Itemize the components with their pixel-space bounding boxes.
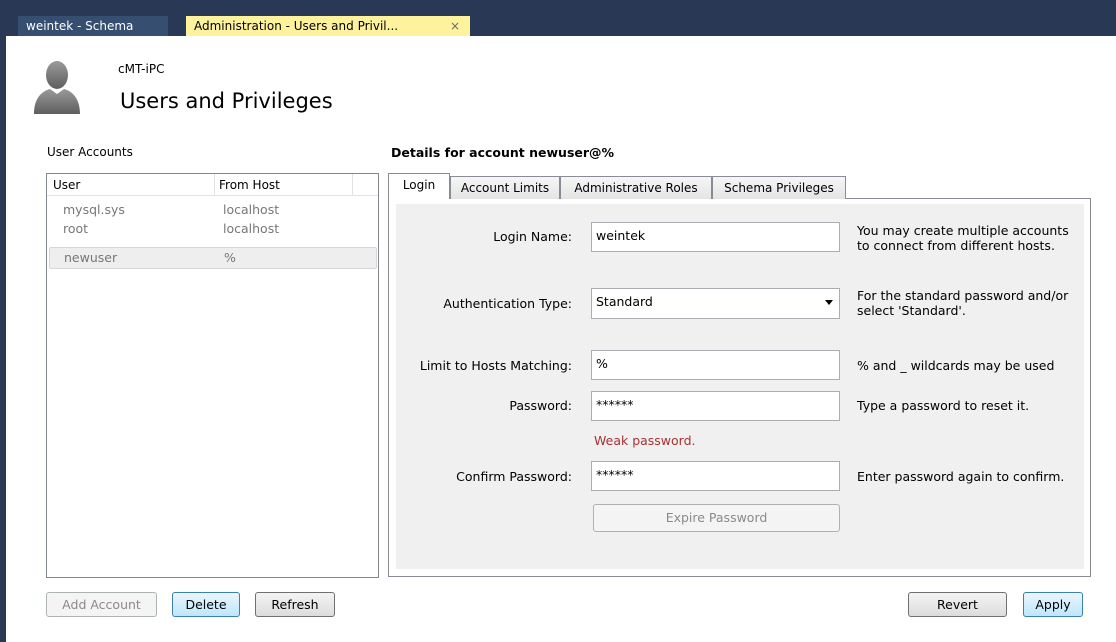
tab-schema-privileges[interactable]: Schema Privileges [712, 176, 846, 199]
column-header-filler [353, 174, 378, 196]
table-row[interactable]: mysql.sys localhost [49, 202, 377, 220]
auth-type-help: For the standard password and/or select … [857, 288, 1069, 318]
expire-password-button[interactable]: Expire Password [593, 504, 840, 532]
add-account-button[interactable]: Add Account [46, 592, 157, 617]
login-name-label: Login Name: [493, 229, 572, 244]
details-title: Details for account newuser@% [391, 145, 615, 160]
row-host: % [224, 250, 236, 265]
tab-weintek-schema[interactable]: weintek - Schema [18, 16, 168, 36]
row-user: mysql.sys [63, 202, 125, 217]
column-header-user[interactable]: User [47, 174, 215, 196]
login-name-help: You may create multiple accounts to conn… [857, 223, 1069, 253]
password-label: Password: [509, 398, 572, 413]
hosts-help: % and _ wildcards may be used [857, 358, 1055, 373]
column-header-from-host[interactable]: From Host [215, 174, 353, 196]
page-title: Users and Privileges [120, 89, 333, 113]
hosts-input[interactable]: % [591, 350, 840, 380]
tab-login[interactable]: Login [388, 173, 450, 199]
row-host: localhost [223, 202, 280, 217]
tab-administration-label: Administration - Users and Privil... [194, 19, 399, 33]
confirm-password-input[interactable]: ****** [591, 461, 840, 491]
row-user: newuser [64, 250, 118, 265]
window-left-border [0, 36, 6, 642]
password-input[interactable]: ****** [591, 391, 840, 421]
auth-type-label: Authentication Type: [443, 296, 572, 311]
tab-administrative-roles[interactable]: Administrative Roles [560, 176, 712, 199]
user-avatar-icon [34, 61, 80, 114]
row-user: root [63, 221, 89, 236]
apply-button[interactable]: Apply [1023, 592, 1083, 617]
confirm-password-help: Enter password again to confirm. [857, 469, 1065, 484]
weak-password-warning: Weak password. [594, 433, 696, 448]
revert-button[interactable]: Revert [908, 592, 1007, 617]
table-row[interactable]: root localhost [49, 221, 377, 239]
login-name-input[interactable]: weintek [591, 222, 840, 252]
chevron-down-icon [825, 300, 833, 305]
user-accounts-list[interactable]: User From Host mysql.sys localhost root … [46, 173, 379, 578]
delete-button[interactable]: Delete [172, 592, 240, 617]
confirm-password-label: Confirm Password: [456, 469, 572, 484]
hosts-label: Limit to Hosts Matching: [419, 358, 572, 373]
tab-administration-users[interactable]: Administration - Users and Privil... × [186, 16, 470, 36]
refresh-button[interactable]: Refresh [255, 592, 335, 617]
server-name: cMT-iPC [118, 62, 165, 76]
password-help: Type a password to reset it. [857, 398, 1030, 413]
row-host: localhost [223, 221, 280, 236]
tab-account-limits[interactable]: Account Limits [450, 176, 560, 199]
close-icon[interactable]: × [450, 16, 460, 36]
table-row-selected[interactable]: newuser % [49, 247, 377, 269]
auth-type-value: Standard [596, 294, 653, 309]
auth-type-select[interactable]: Standard [591, 288, 840, 319]
user-accounts-label: User Accounts [47, 145, 133, 159]
